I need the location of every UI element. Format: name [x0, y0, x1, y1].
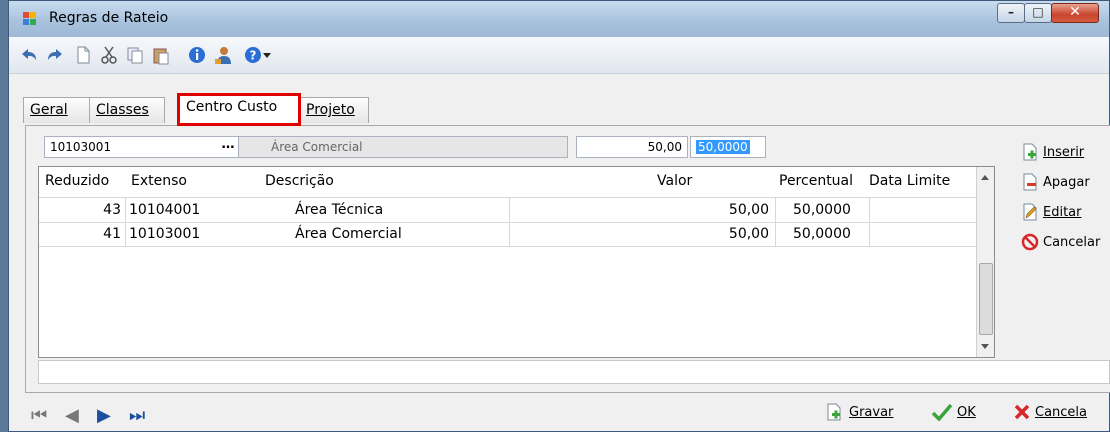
new-document-icon[interactable] [73, 45, 93, 65]
window-title: Regras de Rateio [49, 10, 169, 26]
inserir-button[interactable]: Inserir [1021, 143, 1084, 161]
insert-icon [1023, 143, 1037, 161]
info-icon[interactable] [187, 45, 207, 65]
scroll-up-icon[interactable] [981, 175, 989, 180]
close-button[interactable]: ✕ [1051, 3, 1099, 23]
cell-descricao: Área Comercial [295, 226, 402, 242]
delete-icon [1023, 173, 1037, 191]
column-header-valor[interactable]: Valor [657, 173, 692, 189]
x-icon [1014, 404, 1030, 420]
description-field: Área Comercial [238, 136, 568, 158]
chevron-down-icon[interactable] [261, 45, 273, 65]
percentual-value: 50,0000 [696, 140, 750, 154]
ok-label: OK [957, 404, 976, 420]
copy-icon[interactable] [125, 45, 145, 65]
first-record-icon[interactable]: ⏮ [31, 405, 47, 426]
cell-extenso: 10104001 [129, 202, 201, 218]
paste-icon[interactable] [151, 45, 171, 65]
cell-valor: 50,00 [728, 226, 769, 242]
table-row[interactable]: 41 10103001 Área Comercial 50,00 50,0000 [39, 222, 979, 247]
cancelar-label: Cancelar [1043, 234, 1101, 250]
cell-percentual: 50,0000 [793, 202, 851, 218]
cancela-button[interactable]: Cancela [1013, 403, 1087, 421]
grid-footer-bar [38, 360, 1110, 384]
gravar-label: Gravar [849, 404, 894, 420]
gravar-button[interactable]: Gravar [825, 403, 893, 421]
grid-scrollbar[interactable] [976, 167, 994, 357]
apagar-button[interactable]: Apagar [1021, 173, 1090, 191]
next-record-icon[interactable]: ▶ [97, 405, 111, 426]
tab-classes[interactable]: Classes [89, 97, 165, 123]
column-header-extenso[interactable]: Extenso [131, 173, 187, 189]
save-icon [827, 403, 841, 421]
maximize-icon: □ [1032, 5, 1044, 19]
cell-extenso: 10103001 [129, 226, 201, 242]
highlight-box [177, 93, 301, 126]
help-icon[interactable]: ? [243, 45, 263, 65]
minimize-icon: – [1008, 5, 1014, 19]
column-header-data-limite[interactable]: Data Limite [869, 173, 950, 189]
editar-button[interactable]: Editar [1021, 203, 1082, 221]
column-header-descricao[interactable]: Descrição [265, 173, 334, 189]
tab-label: Classes [96, 102, 149, 118]
cell-reduzido: 41 [103, 226, 121, 242]
undo-icon[interactable] [19, 45, 39, 65]
scroll-thumb[interactable] [979, 263, 993, 335]
cell-reduzido: 43 [103, 202, 121, 218]
redo-icon[interactable] [45, 45, 65, 65]
cut-icon[interactable] [99, 45, 119, 65]
tab-label: Geral [30, 102, 68, 118]
tab-projeto[interactable]: Projeto [299, 97, 369, 123]
editar-label: Editar [1043, 204, 1082, 220]
last-record-icon[interactable]: ⏭ [129, 405, 145, 426]
valor-input[interactable]: 50,00 [576, 136, 688, 158]
previous-record-icon[interactable]: ◀ [65, 405, 79, 426]
percentual-input[interactable]: 50,0000 [690, 136, 766, 158]
cell-descricao: Área Técnica [295, 202, 384, 218]
column-header-percentual[interactable]: Percentual [779, 173, 853, 189]
tab-geral[interactable]: Geral [23, 97, 90, 123]
toolbar: ? [9, 37, 1109, 74]
scroll-down-icon[interactable] [981, 344, 989, 349]
edit-icon [1023, 203, 1037, 221]
cell-valor: 50,00 [728, 202, 769, 218]
inserir-label: Inserir [1043, 144, 1085, 160]
title-bar[interactable]: Regras de Rateio – □ ✕ [9, 1, 1109, 38]
cancelar-button[interactable]: Cancelar [1021, 233, 1100, 251]
apagar-label: Apagar [1043, 174, 1090, 190]
ok-button[interactable]: OK [931, 403, 976, 421]
window: Regras de Rateio – □ ✕ ? Geral Classes C… [8, 0, 1110, 432]
centro-custo-panel: 10103001 … Área Comercial 50,00 50,0000 … [25, 125, 1110, 393]
close-icon: ✕ [1069, 4, 1081, 20]
minimize-button[interactable]: – [997, 3, 1025, 23]
app-icon [23, 12, 37, 26]
centro-custo-grid[interactable]: Reduzido Extenso Descrição Valor Percent… [38, 166, 995, 358]
table-row[interactable]: 43 10104001 Área Técnica 50,00 50,0000 [39, 197, 979, 223]
column-header-reduzido[interactable]: Reduzido [45, 173, 109, 189]
cancel-icon [1021, 233, 1039, 251]
cell-percentual: 50,0000 [793, 226, 851, 242]
svg-text:?: ? [250, 49, 257, 63]
maximize-button[interactable]: □ [1024, 3, 1052, 23]
tab-label: Projeto [306, 102, 355, 118]
check-icon [931, 403, 953, 421]
user-settings-icon[interactable] [213, 45, 233, 65]
cancela-label: Cancela [1035, 404, 1088, 420]
